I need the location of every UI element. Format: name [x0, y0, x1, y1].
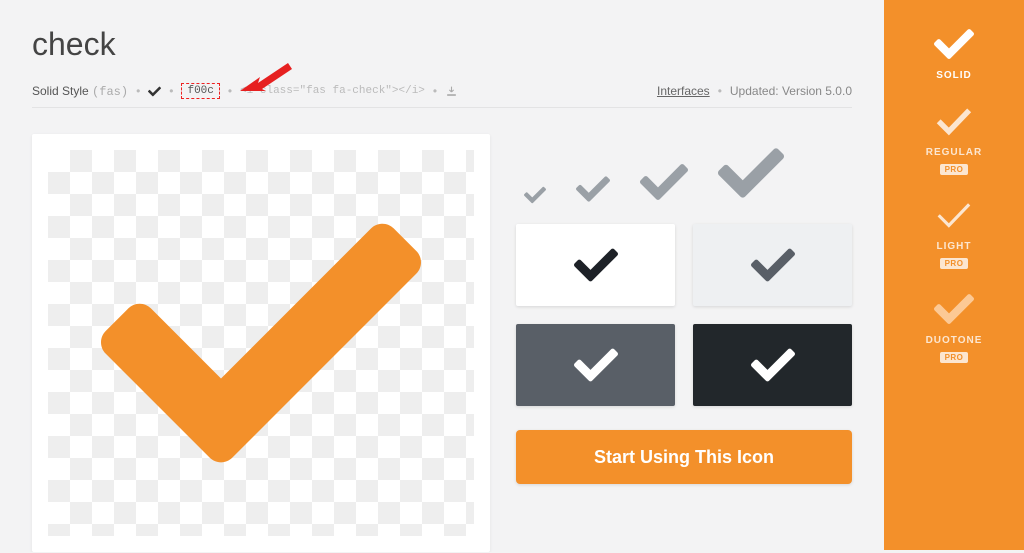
size-previews	[516, 134, 852, 206]
meta-row: Solid Style (fas) • • f00c • <i class="f…	[32, 83, 852, 108]
start-using-button[interactable]: Start Using This Icon	[516, 430, 852, 484]
preview-card-dark[interactable]	[693, 324, 852, 406]
check-icon	[640, 158, 688, 206]
check-icon	[574, 343, 618, 387]
separator-dot: •	[136, 84, 140, 98]
sidebar-item-duotone[interactable]: DUOTONE PRO	[926, 289, 983, 363]
category-link[interactable]: Interfaces	[657, 84, 710, 98]
preview-card-white[interactable]	[516, 224, 675, 306]
separator-dot: •	[169, 84, 173, 98]
page-title: check	[32, 26, 852, 63]
check-icon	[574, 243, 618, 287]
check-icon	[934, 101, 974, 141]
updated-label: Updated: Version 5.0.0	[730, 84, 852, 98]
check-icon	[934, 195, 974, 235]
sidebar-item-label: REGULAR	[926, 147, 982, 158]
download-icon[interactable]	[445, 85, 458, 98]
check-icon	[524, 184, 546, 206]
sidebar-pointer-icon	[874, 46, 884, 66]
sidebar-item-solid[interactable]: SOLID	[934, 24, 974, 81]
check-icon	[718, 140, 784, 206]
preview-card-light[interactable]	[693, 224, 852, 306]
style-sidebar: SOLID REGULAR PRO LIGHT PRO DUOTONE PRO	[884, 0, 1024, 550]
check-icon	[61, 183, 461, 503]
sidebar-item-label: SOLID	[936, 70, 972, 81]
sidebar-item-light[interactable]: LIGHT PRO	[934, 195, 974, 269]
sidebar-item-regular[interactable]: REGULAR PRO	[926, 101, 982, 175]
sidebar-item-label: LIGHT	[937, 241, 972, 252]
separator-dot: •	[718, 84, 722, 98]
pro-badge: PRO	[940, 258, 969, 269]
pro-badge: PRO	[940, 164, 969, 175]
unicode-value[interactable]: f00c	[181, 83, 219, 99]
main-preview	[32, 134, 490, 552]
preview-card-gray[interactable]	[516, 324, 675, 406]
style-label: Solid Style (fas)	[32, 84, 128, 99]
pro-badge: PRO	[940, 352, 969, 363]
separator-dot: •	[228, 84, 232, 98]
check-icon	[576, 172, 610, 206]
annotation-arrow-icon	[240, 61, 294, 100]
sidebar-item-label: DUOTONE	[926, 335, 983, 346]
check-icon	[751, 343, 795, 387]
check-icon	[934, 24, 974, 64]
check-icon	[934, 289, 974, 329]
check-icon	[751, 243, 795, 287]
separator-dot: •	[433, 84, 437, 98]
check-icon	[148, 85, 161, 98]
